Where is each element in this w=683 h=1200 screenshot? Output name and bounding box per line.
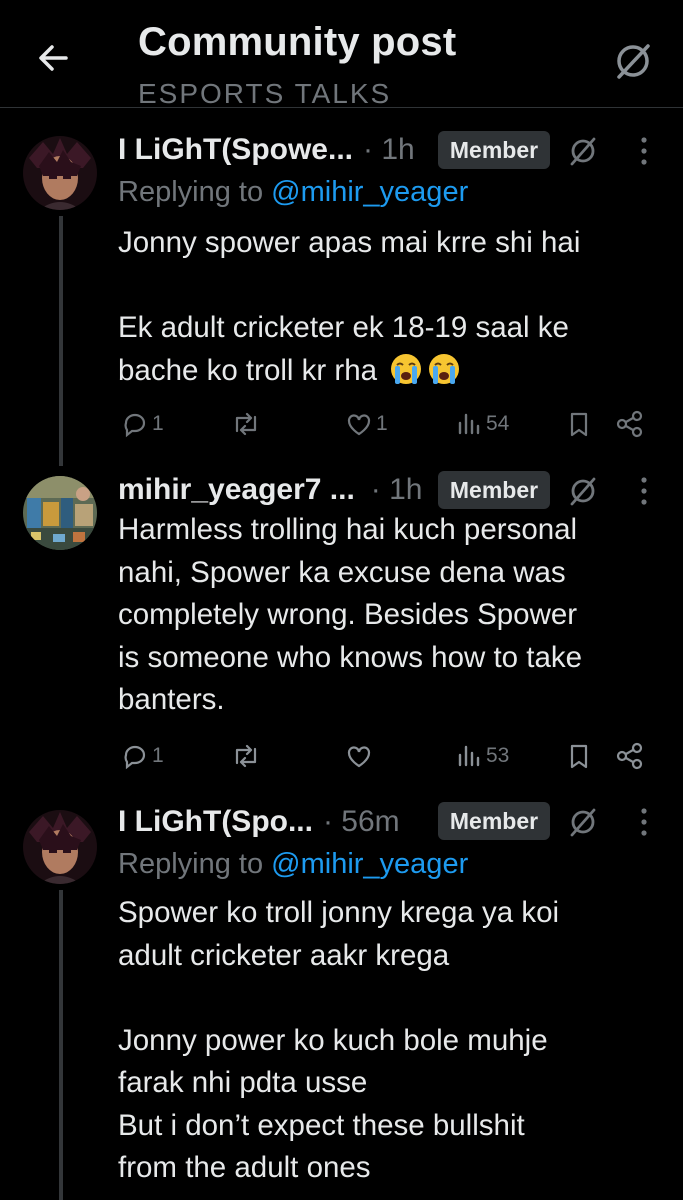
views-icon bbox=[458, 745, 480, 767]
avatar[interactable] bbox=[23, 136, 97, 210]
text-line-with-emoji: bache ko troll kr rha bbox=[118, 350, 663, 393]
text-line: Jonny power ko kuch bole muhje bbox=[118, 1023, 548, 1057]
thread-line bbox=[59, 890, 63, 1200]
text-line: nahi, Spower ka excuse dena was bbox=[118, 555, 566, 589]
replying-to-label: Replying to bbox=[118, 848, 264, 880]
text-line: Jonny spower apas mai krre shi hai bbox=[118, 226, 581, 259]
repost-button[interactable] bbox=[230, 736, 264, 776]
share-icon bbox=[616, 410, 643, 438]
reply-post[interactable]: I LiGhT(Spowe... · 1h Member Replying to… bbox=[0, 126, 683, 466]
reply-icon bbox=[124, 413, 146, 438]
reply-count: 1 bbox=[152, 412, 164, 435]
reply-handle-link[interactable]: @mihir_yeager bbox=[271, 848, 468, 880]
reply-handle-link[interactable]: @mihir_yeager bbox=[271, 176, 468, 208]
like-button[interactable]: 1 bbox=[344, 404, 388, 444]
share-button[interactable] bbox=[614, 404, 646, 444]
reply-button[interactable]: 1 bbox=[120, 404, 164, 444]
view-count: 54 bbox=[486, 412, 510, 435]
text-line: completely wrong. Besides Spower bbox=[118, 598, 578, 631]
view-count: 53 bbox=[486, 744, 510, 767]
like-button[interactable] bbox=[344, 736, 376, 776]
member-badge: Member bbox=[438, 802, 550, 840]
crying-face-emoji-icon bbox=[429, 353, 460, 384]
repost-icon bbox=[235, 744, 257, 768]
post-text: Spower ko troll jonny krega ya koi adult… bbox=[118, 892, 663, 1190]
views-icon bbox=[458, 413, 480, 435]
text-line: bache ko troll kr rha bbox=[118, 353, 378, 387]
post-text: Harmless trolling hai kuch personal nahi… bbox=[118, 509, 663, 722]
post-time: · 1h bbox=[370, 473, 423, 506]
community-icon bbox=[570, 477, 596, 506]
share-button[interactable] bbox=[614, 736, 646, 776]
community-icon[interactable] bbox=[612, 40, 654, 82]
author-name[interactable]: mihir_yeager7 ... bbox=[118, 473, 355, 507]
action-bar: 1 1 54 bbox=[118, 404, 658, 444]
text-line: adult cricketer aakr krega bbox=[118, 938, 450, 972]
replying-to: Replying to @mihir_yeager bbox=[118, 848, 468, 881]
page-title: Community post bbox=[138, 20, 457, 64]
text-line: Spower ko troll jonny krega ya koi bbox=[118, 896, 560, 929]
community-icon bbox=[570, 137, 596, 166]
text-line: from the adult ones bbox=[118, 1151, 371, 1184]
post-time: · 1h bbox=[363, 133, 415, 166]
action-bar: 1 53 bbox=[118, 736, 658, 776]
share-icon bbox=[616, 742, 643, 770]
text-line: is someone who knows how to take bbox=[118, 640, 583, 674]
bookmark-button[interactable] bbox=[564, 736, 594, 776]
avatar[interactable] bbox=[23, 810, 97, 884]
crying-face-emoji-icon bbox=[391, 353, 422, 384]
repost-button[interactable] bbox=[230, 404, 264, 444]
member-badge: Member bbox=[438, 131, 550, 169]
post-time: · 56m bbox=[322, 805, 400, 838]
post-text: Jonny spower apas mai krre shi hai Ek ad… bbox=[118, 222, 663, 392]
thread-line bbox=[59, 216, 63, 466]
community-name: ESPORTS TALKS bbox=[138, 78, 392, 108]
reply-button[interactable]: 1 bbox=[120, 736, 164, 776]
text-line: Ek adult cricketer ek 18-19 saal ke bbox=[118, 311, 569, 344]
more-options-icon[interactable] bbox=[632, 474, 656, 508]
community-icon bbox=[570, 808, 596, 837]
reply-icon bbox=[124, 745, 146, 770]
post-meta: I LiGhT(Spowe... · 1h bbox=[118, 130, 415, 170]
avatar[interactable] bbox=[23, 476, 97, 550]
replying-to-label: Replying to bbox=[118, 176, 264, 208]
reply-count: 1 bbox=[152, 744, 164, 767]
text-line: farak nhi pdta usse bbox=[118, 1066, 368, 1099]
heart-icon bbox=[347, 746, 371, 768]
like-count: 1 bbox=[376, 412, 388, 435]
top-bar: Community post ESPORTS TALKS bbox=[0, 0, 683, 108]
bookmark-icon bbox=[570, 412, 588, 437]
post-meta: mihir_yeager7 ... · 1h bbox=[118, 470, 423, 510]
bookmark-icon bbox=[570, 744, 588, 769]
repost-icon bbox=[235, 412, 257, 436]
author-name[interactable]: I LiGhT(Spo... bbox=[118, 805, 313, 839]
back-arrow-icon[interactable] bbox=[32, 36, 76, 80]
member-badge: Member bbox=[438, 471, 550, 509]
views-button[interactable]: 54 bbox=[454, 404, 509, 444]
text-line: But i don’t expect these bullshit bbox=[118, 1108, 525, 1142]
reply-post[interactable]: I LiGhT(Spo... · 56m Member Replying to … bbox=[0, 800, 683, 1200]
heart-icon bbox=[347, 414, 371, 436]
post-meta: I LiGhT(Spo... · 56m bbox=[118, 802, 400, 842]
author-name[interactable]: I LiGhT(Spowe... bbox=[118, 133, 353, 167]
views-button[interactable]: 53 bbox=[454, 736, 509, 776]
replying-to: Replying to @mihir_yeager bbox=[118, 176, 468, 209]
more-options-icon[interactable] bbox=[632, 134, 656, 168]
more-options-icon[interactable] bbox=[632, 805, 656, 839]
bookmark-button[interactable] bbox=[564, 404, 594, 444]
text-line: banters. bbox=[118, 683, 225, 716]
text-line: Harmless trolling hai kuch personal bbox=[118, 513, 578, 546]
reply-post[interactable]: mihir_yeager7 ... · 1h Member Harmless t… bbox=[0, 466, 683, 796]
